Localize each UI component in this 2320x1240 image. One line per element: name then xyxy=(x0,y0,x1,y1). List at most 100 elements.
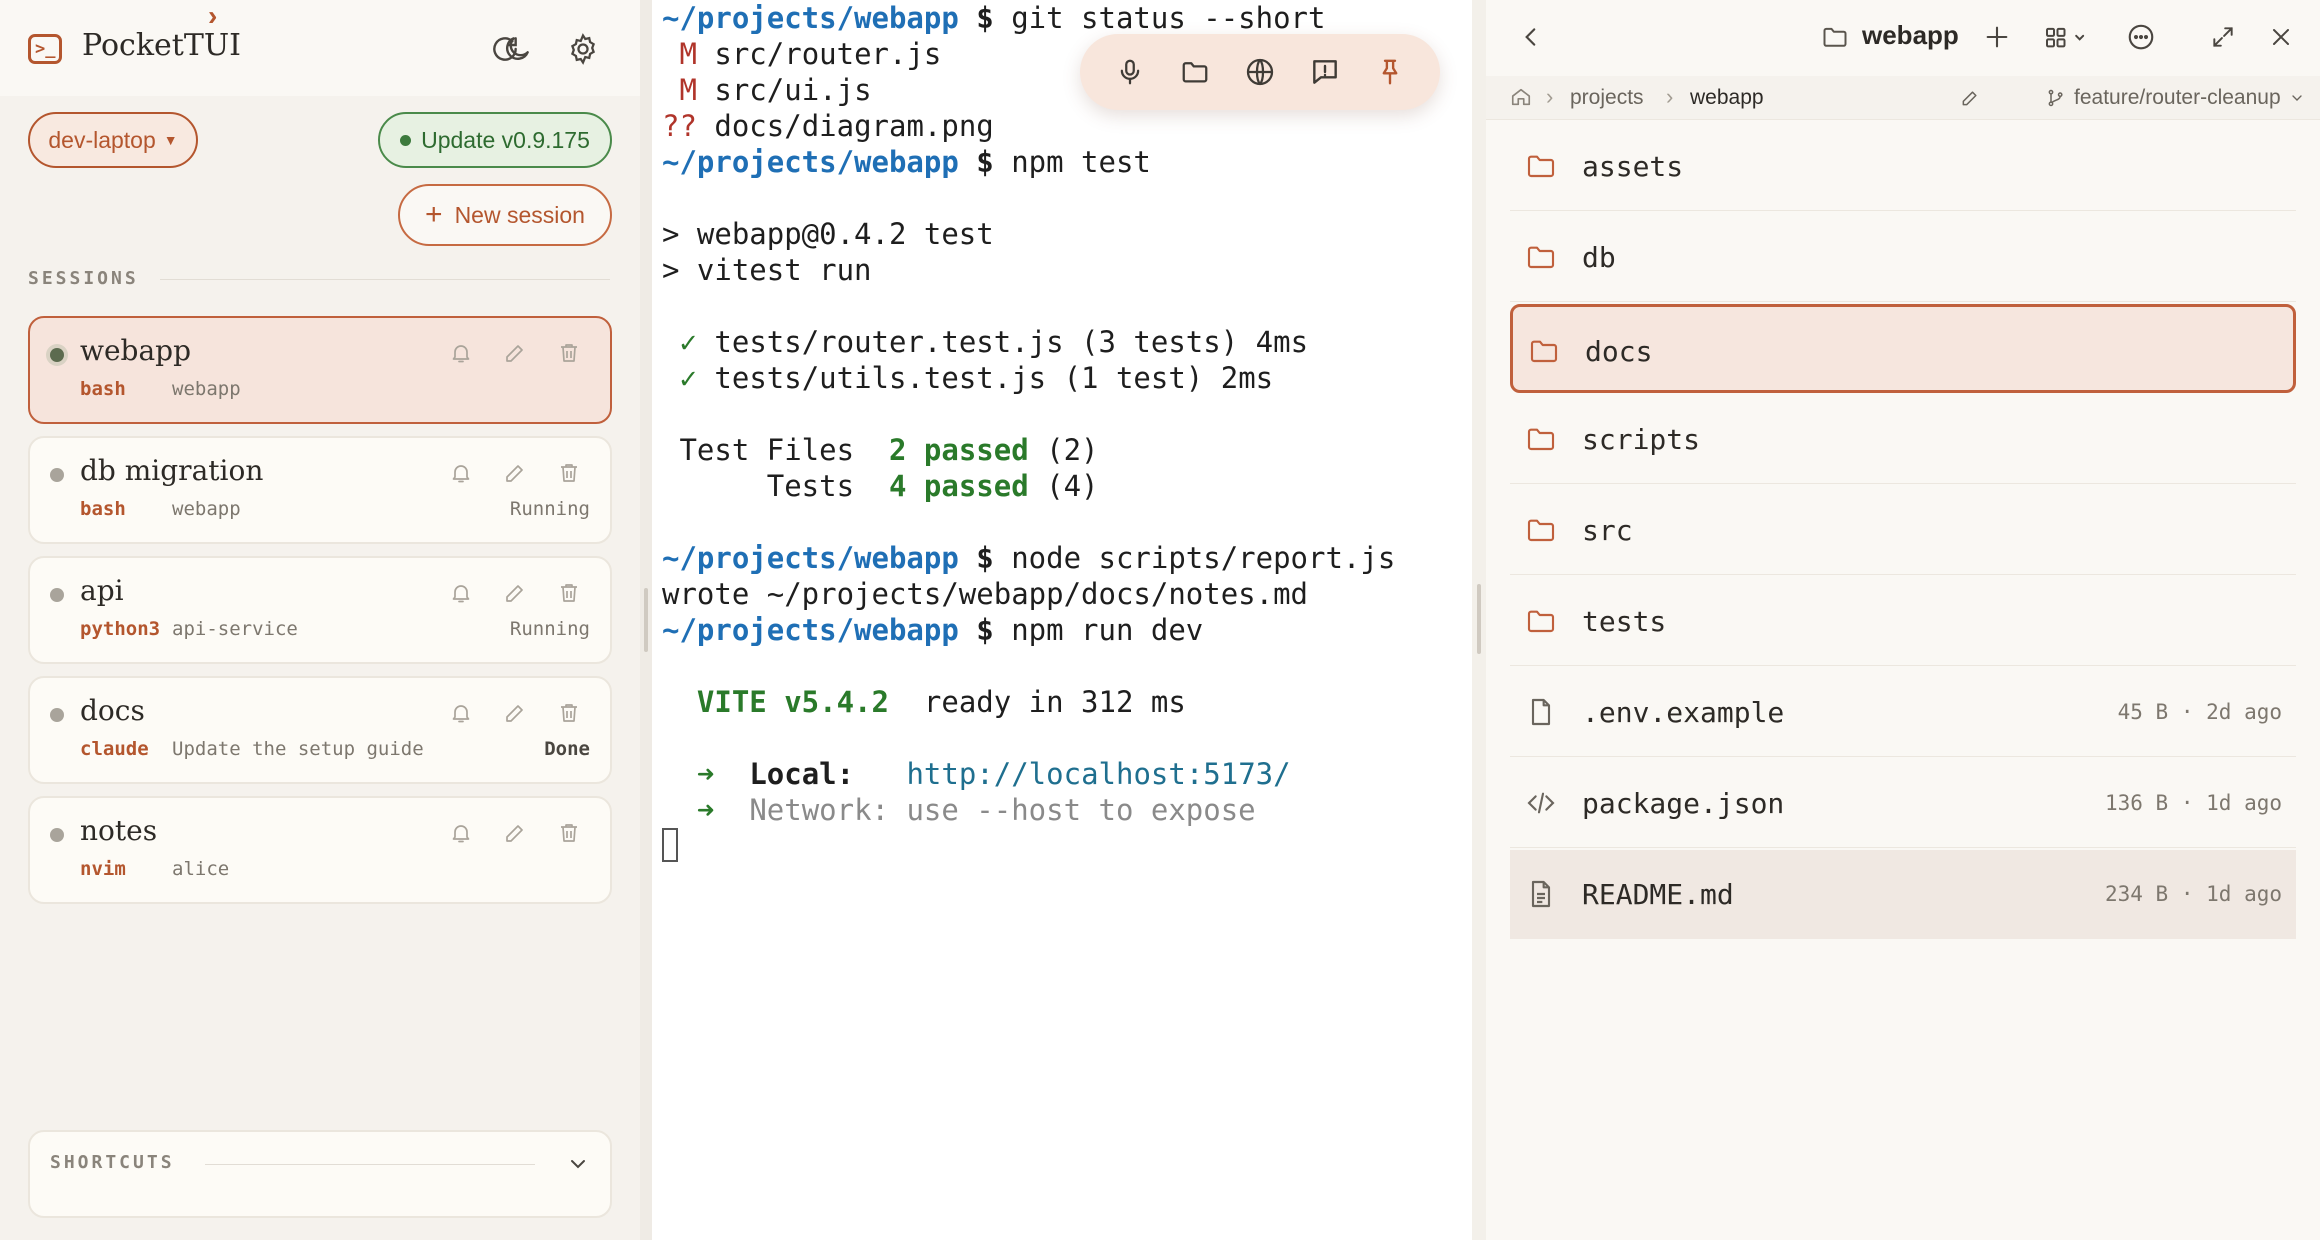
file-meta: 45 B · 2d ago xyxy=(2117,700,2282,724)
breadcrumb-webapp[interactable]: webapp xyxy=(1690,86,1764,110)
feedback-icon[interactable] xyxy=(1305,52,1345,92)
terminal-line: ~/projects/webapp $ git status --short xyxy=(662,1,1326,35)
settings-gear-icon[interactable] xyxy=(562,28,604,70)
code-file-icon xyxy=(1524,787,1558,819)
vite-ready: ready in 312 ms xyxy=(923,685,1186,719)
pin-icon[interactable] xyxy=(1370,52,1410,92)
file-row[interactable]: src xyxy=(1510,486,2296,575)
expand-icon[interactable] xyxy=(2204,18,2242,56)
trash-icon[interactable] xyxy=(554,458,584,488)
close-icon[interactable] xyxy=(2262,18,2300,56)
terminal-line: VITE v5.4.2 ready in 312 ms xyxy=(662,684,1395,720)
session-detail: api-service xyxy=(172,618,298,640)
folder-icon xyxy=(1527,335,1561,367)
home-icon[interactable] xyxy=(1510,86,1532,113)
trash-icon[interactable] xyxy=(554,818,584,848)
sidebar: >_ PocketTUI › dev-laptop ▼ Update v0.9.… xyxy=(0,0,640,1240)
output-text: wrote ~/projects/webapp/docs/notes.md xyxy=(662,577,1309,611)
trash-icon[interactable] xyxy=(554,698,584,728)
dark-mode-toggle[interactable] xyxy=(496,28,538,70)
file-name: src xyxy=(1582,514,1633,547)
file-row[interactable]: assets xyxy=(1510,122,2296,211)
new-session-button[interactable]: + New session xyxy=(398,184,612,246)
bell-icon[interactable] xyxy=(446,818,476,848)
file-browser-title: webapp xyxy=(1862,20,1959,50)
session-name: api xyxy=(80,574,124,607)
pencil-icon[interactable] xyxy=(500,578,530,608)
globe-icon[interactable] xyxy=(1240,52,1280,92)
summary-total: (2) xyxy=(1046,433,1099,467)
file-row[interactable]: README.md 234 B · 1d ago xyxy=(1510,850,2296,939)
test-result: tests/router.test.js (3 tests) 4ms xyxy=(714,325,1309,359)
session-card[interactable]: db migration bash webapp Running xyxy=(28,436,612,544)
breadcrumb-separator: › xyxy=(1546,84,1554,109)
folder-icon[interactable] xyxy=(1175,52,1215,92)
pencil-icon[interactable] xyxy=(500,338,530,368)
output-text: > vitest run xyxy=(662,253,872,287)
back-icon[interactable] xyxy=(1512,18,1550,56)
file-row[interactable]: tests xyxy=(1510,577,2296,666)
summary-count: 2 passed xyxy=(888,433,1029,467)
session-card[interactable]: docs claude Update the setup guide Done xyxy=(28,676,612,784)
view-grid-icon[interactable] xyxy=(2038,18,2098,56)
terminal-line: Tests 4 passed (4) xyxy=(662,468,1395,504)
folder-icon xyxy=(1524,241,1558,273)
terminal-line: ➜ Network: use --host to expose xyxy=(662,792,1395,828)
sidebar-resize-handle[interactable] xyxy=(640,0,652,1240)
file-row[interactable]: scripts xyxy=(1510,395,2296,484)
pencil-icon[interactable] xyxy=(500,698,530,728)
session-detail: webapp xyxy=(172,498,241,520)
bell-icon[interactable] xyxy=(446,578,476,608)
local-url[interactable]: http://localhost:5173/ xyxy=(906,757,1290,791)
file-row[interactable]: package.json 136 B · 1d ago xyxy=(1510,759,2296,848)
session-card[interactable]: notes nvim alice xyxy=(28,796,612,904)
file-name: package.json xyxy=(1582,787,1785,820)
file-meta: 234 B · 1d ago xyxy=(2104,882,2282,906)
branch-selector[interactable]: feature/router-cleanup xyxy=(2046,86,2305,110)
mic-icon[interactable] xyxy=(1110,52,1150,92)
shortcuts-panel[interactable]: SHORTCUTS xyxy=(28,1130,612,1218)
session-type: claude xyxy=(80,738,149,760)
file-row[interactable]: db xyxy=(1510,213,2296,302)
session-name: db migration xyxy=(80,454,264,487)
prompt-path: ~/projects/webapp xyxy=(662,1,959,35)
session-status: Running xyxy=(509,498,590,520)
file-name: README.md xyxy=(1582,878,1734,911)
session-card[interactable]: api python3 api-service Running xyxy=(28,556,612,664)
update-button[interactable]: Update v0.9.175 xyxy=(378,112,612,168)
session-name: webapp xyxy=(80,334,192,367)
terminal-pane[interactable]: ~/projects/webapp $ git status --short M… xyxy=(652,0,1472,1240)
sessions-divider xyxy=(160,279,610,280)
git-status-code: M xyxy=(662,73,697,107)
trash-icon[interactable] xyxy=(554,338,584,368)
edit-path-icon[interactable] xyxy=(1960,88,1980,113)
bell-icon[interactable] xyxy=(446,458,476,488)
bell-icon[interactable] xyxy=(446,338,476,368)
prompt-path: ~/projects/webapp xyxy=(662,541,959,575)
session-detail: Update the setup guide xyxy=(172,738,424,760)
trash-icon[interactable] xyxy=(554,578,584,608)
git-status-code: M xyxy=(662,37,697,71)
terminal-line: ➜ Local: http://localhost:5173/ xyxy=(662,756,1395,792)
session-status-dot xyxy=(50,588,64,602)
file-row[interactable]: docs xyxy=(1510,304,2296,393)
files-resize-handle[interactable] xyxy=(1472,0,1486,1240)
add-icon[interactable] xyxy=(1978,18,2016,56)
session-status-dot xyxy=(50,708,64,722)
file-name: db xyxy=(1582,241,1616,274)
host-select[interactable]: dev-laptop ▼ xyxy=(28,112,198,168)
summary-total: (4) xyxy=(1046,469,1099,503)
chevron-down-icon[interactable] xyxy=(566,1152,590,1181)
session-card[interactable]: webapp bash webapp xyxy=(28,316,612,424)
breadcrumb-projects[interactable]: projects xyxy=(1570,86,1644,110)
bell-icon[interactable] xyxy=(446,698,476,728)
file-browser: webapp › projects › webapp feature/route xyxy=(1486,0,2320,1240)
file-row[interactable]: .env.example 45 B · 2d ago xyxy=(1510,668,2296,757)
session-type: nvim xyxy=(80,858,126,880)
file-size: 234 B xyxy=(2104,882,2169,906)
pencil-icon[interactable] xyxy=(500,458,530,488)
more-options-icon[interactable] xyxy=(2122,18,2160,56)
pencil-icon[interactable] xyxy=(500,818,530,848)
